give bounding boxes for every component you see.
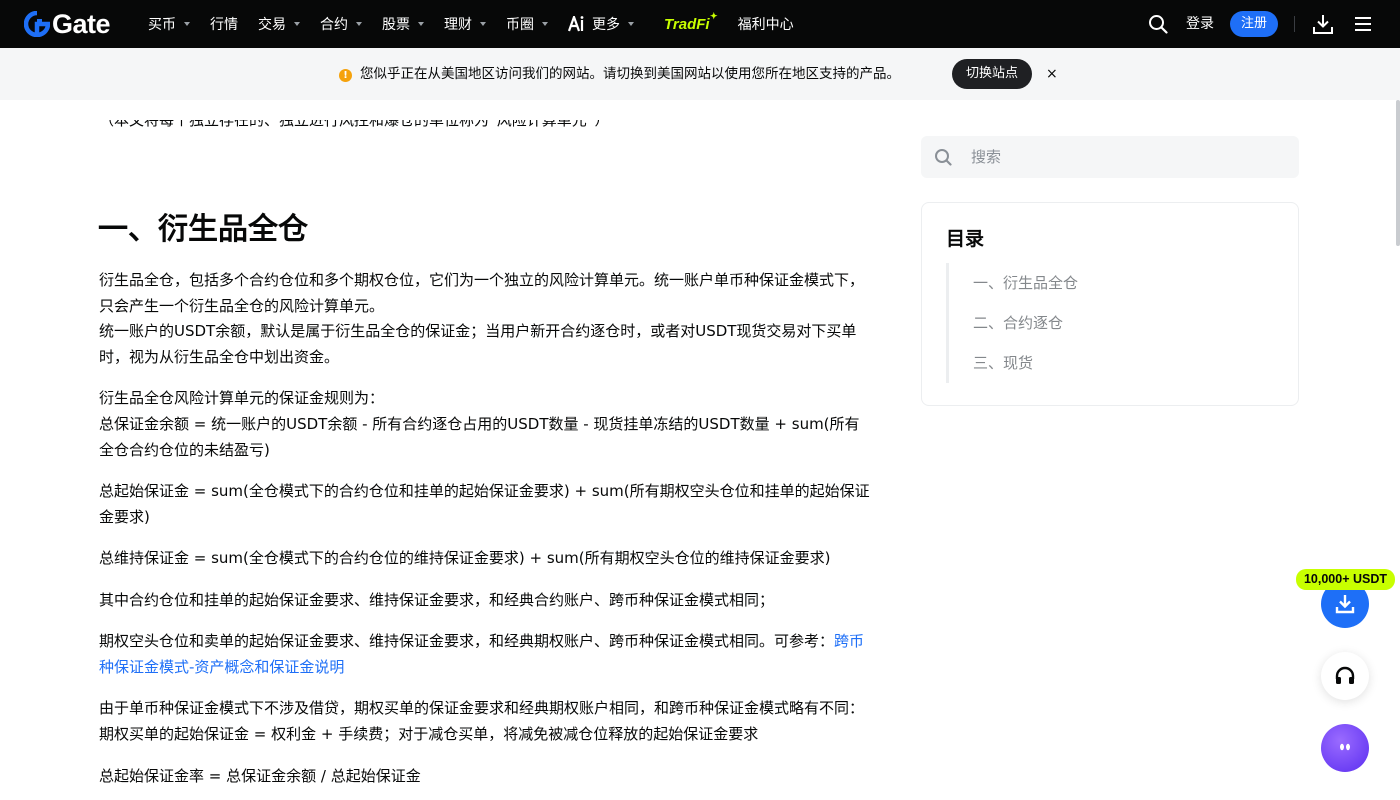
sparkle-icon: ✦ (710, 11, 718, 21)
caret-down-icon (542, 22, 548, 26)
formula-initial-margin-rate: 总起始保证金率 = 总保证金余额 / 总起始保证金 (99, 767, 421, 785)
top-navbar: Gate 买币 行情 交易 合约 股票 理财 币圈 更多 TradFi ✦ 福利中… (0, 0, 1400, 48)
gate-logo-icon (24, 11, 50, 37)
download-icon[interactable] (1312, 13, 1334, 35)
doc-search-box (921, 136, 1299, 178)
nav-label: 币圈 (506, 17, 534, 33)
paragraph: 衍生品全仓风险计算单元的保证金规则为： (99, 389, 385, 407)
logo-text: Gate (52, 9, 111, 39)
toc-item-derivatives-cross[interactable]: 一、衍生品全仓 (973, 273, 1078, 293)
menu-icon[interactable] (1354, 15, 1372, 33)
caret-down-icon (480, 22, 486, 26)
nav-label: 交易 (258, 17, 286, 33)
search-icon[interactable] (1148, 14, 1168, 34)
main-menu: 买币 行情 交易 合约 股票 理财 币圈 更多 TradFi ✦ 福利中心 (148, 0, 814, 48)
switch-site-button[interactable]: 切换站点 (952, 59, 1032, 89)
nav-stocks[interactable]: 股票 (382, 0, 424, 48)
paragraph-with-link: 期权空头仓位和卖单的起始保证金要求、维持保证金要求，和经典期权账户、跨币种保证金… (99, 629, 871, 680)
download-icon (1335, 595, 1355, 614)
login-link[interactable]: 登录 (1186, 14, 1214, 34)
customer-support-button[interactable] (1321, 652, 1369, 700)
formula-initial-margin: 总起始保证金 = sum(全仓模式下的合约仓位和挂单的起始保证金要求) + su… (99, 482, 870, 526)
register-button[interactable]: 注册 (1230, 11, 1278, 37)
formula-maintenance-margin: 总维持保证金 = sum(全仓模式下的合约仓位的维持保证金要求) + sum(所… (99, 549, 831, 567)
ai-icon (568, 16, 584, 32)
caret-down-icon (418, 22, 424, 26)
nav-trade[interactable]: 交易 (258, 0, 300, 48)
caret-down-icon (628, 22, 634, 26)
nav-tradfi[interactable]: TradFi ✦ (664, 0, 718, 48)
toc-item-spot[interactable]: 三、现货 (973, 353, 1033, 373)
nav-divider (1294, 16, 1295, 32)
caret-down-icon (356, 22, 362, 26)
ai-assistant-button[interactable] (1321, 724, 1369, 772)
intro-note: （本文将每个独立存在的、独立进行风控和爆仓的单位称为“风险计算单元”） (99, 111, 610, 129)
toc-title: 目录 (946, 228, 985, 250)
search-icon (935, 149, 952, 166)
toc-track (946, 263, 949, 383)
paragraph: 统一账户的USDT余额，默认是属于衍生品全仓的保证金；当用户新开合约逐仓时，或者… (99, 322, 857, 366)
toc-item-futures-isolated[interactable]: 二、合约逐仓 (973, 313, 1063, 333)
nav-label: 更多 (592, 17, 620, 33)
paragraph: 衍生品全仓，包括多个合约仓位和多个期权仓位，它们为一个独立的风险计算单元。统一账… (99, 271, 865, 315)
nav-welfare-center[interactable]: 福利中心 (738, 0, 794, 48)
warning-icon: ! (339, 69, 352, 82)
caret-down-icon (294, 22, 300, 26)
gate-logo[interactable]: Gate (24, 9, 128, 39)
doc-search-input[interactable] (971, 144, 1271, 170)
paragraph-text: 期权空头仓位和卖单的起始保证金要求、维持保证金要求，和经典期权账户、跨币种保证金… (99, 632, 835, 650)
paragraph: 其中合约仓位和挂单的起始保证金要求、维持保证金要求，和经典合约账户、跨币种保证金… (99, 591, 775, 609)
region-notice-banner: ! 您似乎正在从美国地区访问我们的网站。请切换到美国网站以使用您所在地区支持的产… (0, 48, 1400, 100)
formula-total-margin-balance: 总保证金余额 = 统一账户的USDT余额 - 所有合约逐仓占用的USDT数量 -… (99, 415, 860, 459)
nav-earn[interactable]: 理财 (444, 0, 486, 48)
page-scrollbar[interactable] (1396, 100, 1400, 246)
close-icon[interactable]: × (1046, 64, 1058, 84)
nav-label: 福利中心 (737, 17, 794, 33)
nav-more[interactable]: 更多 (568, 0, 634, 48)
nav-label: 理财 (444, 17, 472, 33)
tradfi-label: TradFi (664, 15, 710, 33)
nav-label: 买币 (148, 17, 176, 33)
section-heading: 一、衍生品全仓 (98, 212, 308, 247)
nav-markets[interactable]: 行情 (210, 0, 238, 48)
caret-down-icon (184, 22, 190, 26)
nav-label: 合约 (320, 17, 348, 33)
paragraph: 由于单币种保证金模式下不涉及借贷，期权买单的保证金要求和经典期权账户相同，和跨币… (99, 699, 865, 743)
nav-buy-crypto[interactable]: 买币 (148, 0, 190, 48)
headset-icon (1335, 666, 1355, 684)
nav-community[interactable]: 币圈 (506, 0, 548, 48)
nav-label: 行情 (210, 17, 238, 33)
promo-badge[interactable]: 10,000+ USDT (1296, 569, 1395, 590)
nav-label: 股票 (382, 17, 410, 33)
chatbot-icon (1340, 743, 1350, 751)
table-of-contents: 目录 一、衍生品全仓 二、合约逐仓 三、现货 (921, 202, 1299, 406)
region-notice-text: 您似乎正在从美国地区访问我们的网站。请切换到美国网站以使用您所在地区支持的产品。 (360, 66, 900, 82)
nav-futures[interactable]: 合约 (320, 0, 362, 48)
